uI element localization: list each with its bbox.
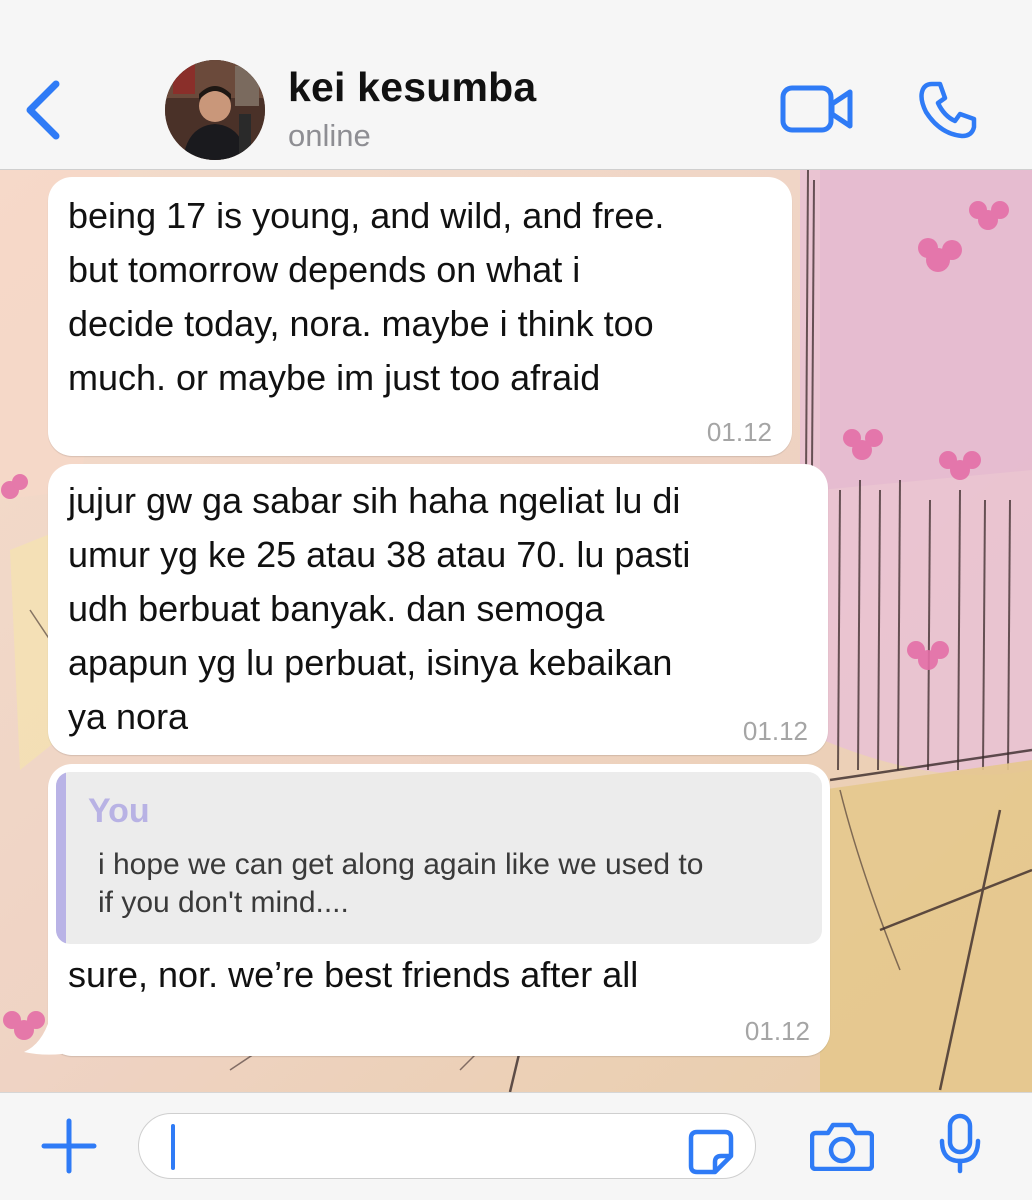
contact-name[interactable]: kei kesumba — [288, 64, 536, 111]
message-text: being 17 is young, and wild, and free. b… — [68, 195, 665, 398]
message-timestamp: 01.12 — [744, 1016, 810, 1046]
message-text: jujur gw ga sabar sih haha ngeliat lu di… — [68, 480, 691, 737]
message-timestamp: 01.12 — [706, 417, 772, 447]
message-timestamp: 01.12 — [742, 716, 808, 746]
message-text: sure, nor. we’re best friends after all — [68, 954, 639, 995]
phone-icon — [919, 81, 977, 139]
back-button[interactable] — [20, 78, 70, 142]
contact-status: online — [288, 118, 371, 153]
plus-icon — [41, 1118, 97, 1174]
video-call-button[interactable] — [780, 84, 854, 134]
sticker-icon — [688, 1129, 734, 1175]
voice-call-button[interactable] — [918, 80, 978, 140]
avatar-image — [165, 60, 265, 160]
message-input-field[interactable] — [138, 1113, 756, 1179]
message-input[interactable] — [183, 1122, 667, 1172]
quote-author: You — [88, 792, 150, 830]
camera-icon — [809, 1122, 875, 1172]
video-camera-icon — [780, 85, 853, 133]
bubble-tail — [24, 1018, 62, 1055]
attach-button[interactable] — [40, 1117, 98, 1175]
text-cursor — [171, 1124, 175, 1170]
chat-screen: kei kesumba online being 17 is young, an… — [0, 0, 1032, 1200]
quoted-message[interactable]: You i hope we can get along again like w… — [56, 772, 822, 944]
quote-accent-bar — [56, 772, 66, 944]
camera-button[interactable] — [809, 1121, 875, 1172]
chevron-left-icon — [26, 80, 60, 140]
message-bubble[interactable]: jujur gw ga sabar sih haha ngeliat lu di… — [48, 464, 828, 755]
avatar[interactable] — [165, 60, 265, 160]
input-bar — [0, 1092, 1032, 1200]
chat-header: kei kesumba online — [0, 0, 1032, 170]
microphone-icon — [939, 1113, 981, 1174]
sticker-button[interactable] — [687, 1128, 735, 1176]
message-list[interactable]: being 17 is young, and wild, and free. b… — [0, 170, 1032, 1092]
quote-text: i hope we can get along again like we us… — [98, 848, 704, 919]
microphone-button[interactable] — [938, 1113, 982, 1175]
message-bubble[interactable]: You i hope we can get along again like w… — [48, 764, 830, 1056]
message-bubble[interactable]: being 17 is young, and wild, and free. b… — [48, 177, 792, 456]
